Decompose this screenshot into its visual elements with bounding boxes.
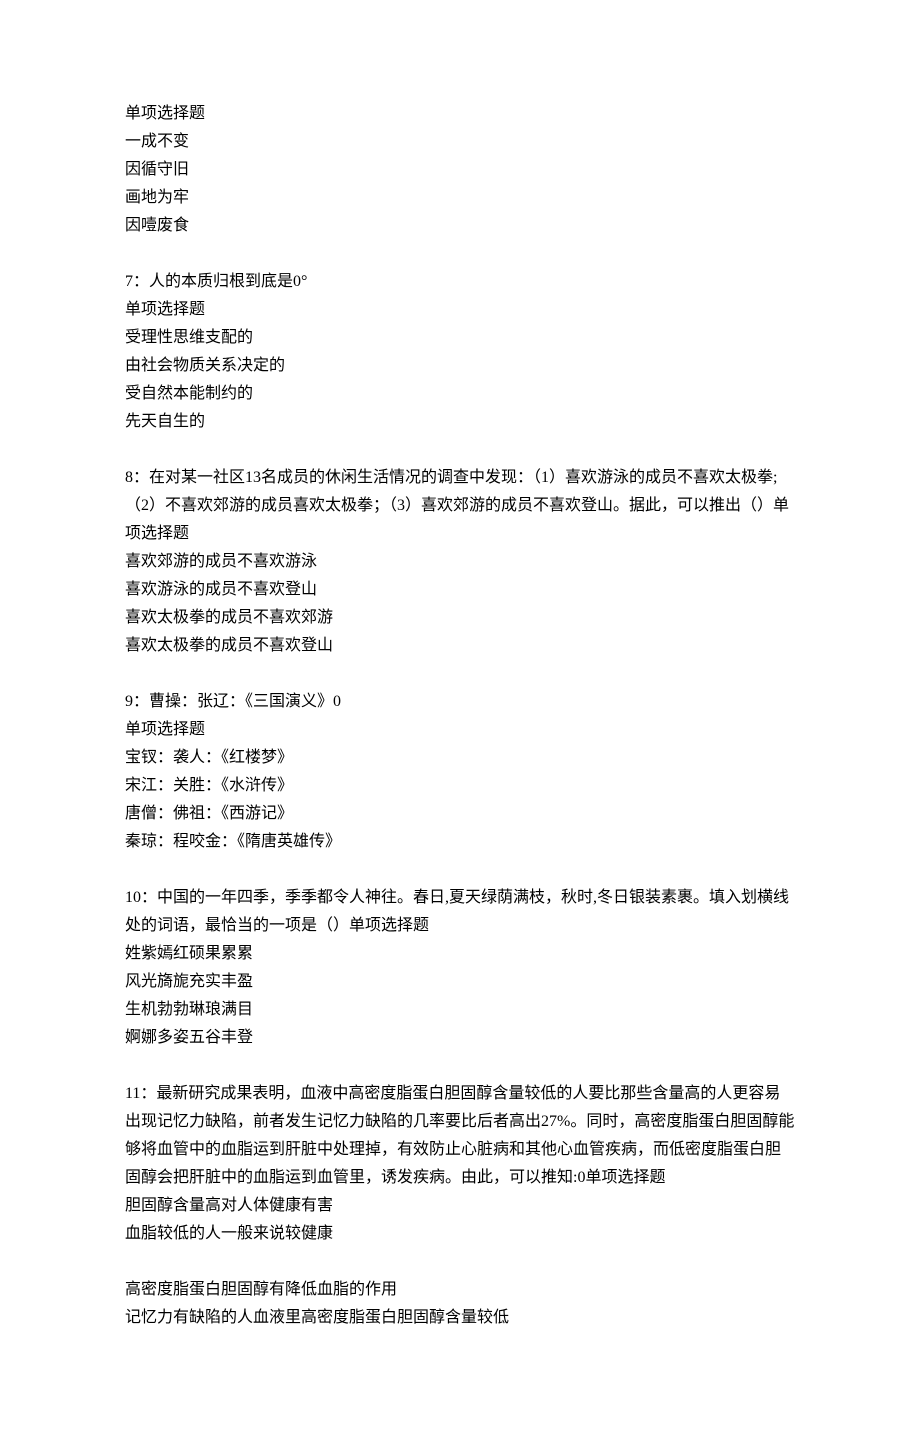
option-text: 姓紫嫣红硕果累累 (125, 940, 795, 968)
option-text: 风光旖旎充实丰盈 (125, 968, 795, 996)
option-text: 因噎废食 (125, 212, 795, 240)
option-text: 血脂较低的人一般来说较健康 (125, 1220, 795, 1248)
question-stem: 10：中国的一年四季，季季都令人神往。春日,夏天绿荫满枝，秋时,冬日银装素裹。填… (125, 884, 795, 940)
option-text: 唐僧：佛祖：《西游记》 (125, 800, 795, 828)
option-text: 因循守旧 (125, 156, 795, 184)
question-stem: 8：在对某一社区13名成员的休闲生活情况的调查中发现：（1）喜欢游泳的成员不喜欢… (125, 464, 795, 548)
option-text: 高密度脂蛋白胆固醇有降低血脂的作用 (125, 1276, 795, 1304)
option-text: 宝钗：袭人：《红楼梦》 (125, 744, 795, 772)
question-stem: 11：最新研究成果表明，血液中高密度脂蛋白胆固醇含量较低的人要比那些含量高的人更… (125, 1080, 795, 1192)
option-text: 秦琼：程咬金：《隋唐英雄传》 (125, 828, 795, 856)
question-block-11: 11：最新研究成果表明，血液中高密度脂蛋白胆固醇含量较低的人要比那些含量高的人更… (125, 1080, 795, 1248)
question-block-6-partial: 单项选择题 一成不变 因循守旧 画地为牢 因噎废食 (125, 100, 795, 240)
option-text: 喜欢太极拳的成员不喜欢登山 (125, 632, 795, 660)
question-type-label: 单项选择题 (125, 296, 795, 324)
question-block-8: 8：在对某一社区13名成员的休闲生活情况的调查中发现：（1）喜欢游泳的成员不喜欢… (125, 464, 795, 660)
question-block-9: 9：曹操：张辽：《三国演义》0 单项选择题 宝钗：袭人：《红楼梦》 宋江：关胜：… (125, 688, 795, 856)
question-block-10: 10：中国的一年四季，季季都令人神往。春日,夏天绿荫满枝，秋时,冬日银装素裹。填… (125, 884, 795, 1052)
question-stem: 9：曹操：张辽：《三国演义》0 (125, 688, 795, 716)
option-text: 受自然本能制约的 (125, 380, 795, 408)
option-text: 宋江：关胜：《水浒传》 (125, 772, 795, 800)
option-text: 婀娜多姿五谷丰登 (125, 1024, 795, 1052)
question-block-11-continued: 高密度脂蛋白胆固醇有降低血脂的作用 记忆力有缺陷的人血液里高密度脂蛋白胆固醇含量… (125, 1276, 795, 1332)
option-text: 生机勃勃琳琅满目 (125, 996, 795, 1024)
question-stem: 7：人的本质归根到底是0° (125, 268, 795, 296)
option-text: 喜欢太极拳的成员不喜欢郊游 (125, 604, 795, 632)
option-text: 画地为牢 (125, 184, 795, 212)
option-text: 胆固醇含量高对人体健康有害 (125, 1192, 795, 1220)
document-page: 单项选择题 一成不变 因循守旧 画地为牢 因噎废食 7：人的本质归根到底是0° … (0, 0, 920, 1440)
option-text: 喜欢郊游的成员不喜欢游泳 (125, 548, 795, 576)
option-text: 由社会物质关系决定的 (125, 352, 795, 380)
option-text: 记忆力有缺陷的人血液里高密度脂蛋白胆固醇含量较低 (125, 1304, 795, 1332)
option-text: 受理性思维支配的 (125, 324, 795, 352)
question-block-7: 7：人的本质归根到底是0° 单项选择题 受理性思维支配的 由社会物质关系决定的 … (125, 268, 795, 436)
option-text: 一成不变 (125, 128, 795, 156)
option-text: 先天自生的 (125, 408, 795, 436)
option-text: 喜欢游泳的成员不喜欢登山 (125, 576, 795, 604)
question-type-label: 单项选择题 (125, 100, 795, 128)
question-type-label: 单项选择题 (125, 716, 795, 744)
